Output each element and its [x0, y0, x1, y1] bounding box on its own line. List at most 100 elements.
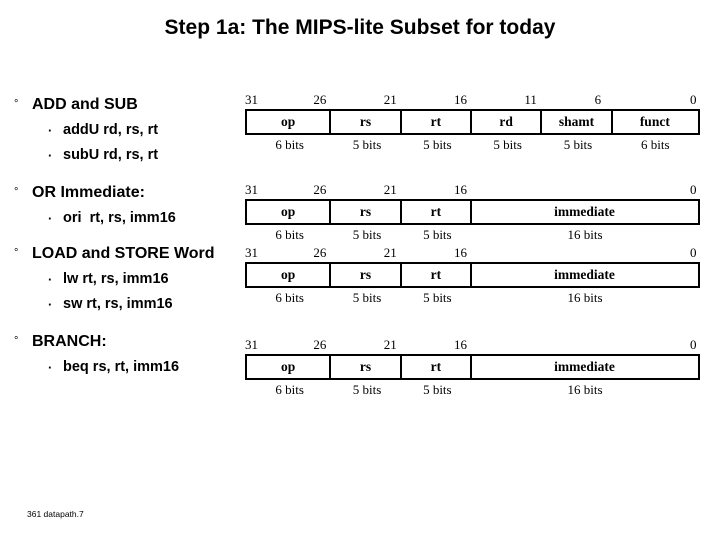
- instruction-field-cell: op: [247, 264, 332, 286]
- bit-number-label: 31: [245, 337, 258, 352]
- instruction-field-label: op: [281, 204, 296, 219]
- field-width-label: 16 bits: [567, 227, 603, 242]
- bit-number-label: 16: [454, 92, 467, 107]
- bit-number-label: 0: [690, 245, 697, 260]
- instruction-field-label: rs: [359, 204, 372, 219]
- bullet-group: ° BRANCH: · beq rs, rt, imm16: [10, 329, 248, 380]
- bullet-sub-item-label: sw rt, rs, imm16: [63, 296, 173, 312]
- instruction-field-cell: funct: [613, 111, 697, 133]
- instruction-field-cell: rt: [402, 264, 472, 286]
- bullet-sub-item-label: addU rd, rs, rt: [63, 122, 159, 138]
- bullet-heading: ° LOAD and STORE Word: [10, 241, 248, 267]
- bit-number-label: 6: [594, 92, 602, 107]
- bit-number-label: 26: [313, 92, 327, 107]
- bullet-circle-icon: °: [14, 335, 19, 347]
- bullet-dot-icon: ·: [48, 148, 53, 163]
- bit-number-label: 26: [313, 245, 327, 260]
- instruction-field-label: rs: [359, 114, 372, 129]
- bullet-heading-label: OR Immediate:: [32, 184, 145, 201]
- instruction-format-r-type: 31 26 21 16 11 6 0 op rs rt rd shamt funct 6 bits 5 bi…: [245, 92, 700, 153]
- field-width-label: 5 bits: [423, 382, 452, 397]
- field-width-row: 6 bits 5 bits 5 bits 5 bits 5 bits 6 bits: [245, 135, 700, 153]
- bit-number-label: 21: [383, 337, 397, 352]
- instruction-field-row: op rs rt rd shamt funct: [245, 109, 700, 135]
- bullet-group: ° OR Immediate: · ori rt, rs, imm16: [10, 180, 248, 231]
- bullet-sub-item: · lw rt, rs, imm16: [10, 267, 248, 292]
- bullet-circle-icon: °: [14, 247, 19, 259]
- instruction-field-cell: shamt: [542, 111, 613, 133]
- instruction-field-cell: op: [247, 356, 332, 378]
- bit-number-row: 31 26 21 16 0: [245, 245, 700, 262]
- bullet-group-spacer: [10, 317, 248, 329]
- field-width-label: 6 bits: [275, 137, 304, 152]
- bit-number-label: 16: [454, 337, 467, 352]
- bullet-circle-icon: °: [14, 186, 19, 198]
- bullet-sub-item-label: beq rs, rt, imm16: [63, 359, 180, 375]
- instruction-field-label: op: [281, 267, 296, 282]
- instruction-field-cell: rs: [331, 111, 402, 133]
- instruction-field-label: shamt: [558, 114, 595, 129]
- field-width-label: 6 bits: [641, 137, 670, 152]
- field-width-label: 16 bits: [567, 382, 603, 397]
- bit-number-label: 16: [454, 245, 467, 260]
- field-width-label: 5 bits: [423, 227, 452, 242]
- slide-canvas: Step 1a: The MIPS-lite Subset for today …: [0, 0, 720, 540]
- instruction-field-row: op rs rt immediate: [245, 354, 700, 380]
- bit-number-label: 0: [690, 182, 697, 197]
- instruction-field-label: rt: [430, 359, 442, 374]
- bit-number-label: 31: [245, 92, 258, 107]
- page-title: Step 1a: The MIPS-lite Subset for today: [164, 16, 556, 39]
- field-width-label: 5 bits: [563, 137, 593, 152]
- instruction-field-label: rt: [430, 114, 442, 129]
- bullet-sub-item-label: ori rt, rs, imm16: [63, 210, 176, 226]
- bullet-circle-icon: °: [14, 98, 19, 110]
- instruction-field-label: immediate: [554, 204, 615, 219]
- instruction-format-i-type-ori: 31 26 21 16 0 op rs rt immediate 6 bits 5 bits 5 bi…: [245, 182, 700, 243]
- instruction-format-i-type-branch: 31 26 21 16 0 op rs rt immediate 6 bits 5 bits 5 bi…: [245, 337, 700, 398]
- field-width-label: 5 bits: [423, 290, 452, 305]
- bullet-sub-item: · beq rs, rt, imm16: [10, 355, 248, 380]
- instruction-field-label: rt: [430, 204, 442, 219]
- instruction-field-label: rs: [359, 359, 372, 374]
- instruction-field-label: op: [281, 114, 296, 129]
- bullet-sub-item-label: lw rt, rs, imm16: [63, 271, 169, 287]
- field-width-label: 6 bits: [275, 290, 304, 305]
- bullet-group: ° ADD and SUB · addU rd, rs, rt · subU rd, rs…: [10, 92, 248, 168]
- instruction-field-cell: immediate: [472, 201, 697, 223]
- field-width-label: 5 bits: [352, 227, 382, 242]
- bit-number-label: 26: [313, 182, 327, 197]
- bullet-group-spacer: [10, 168, 248, 180]
- bullet-group-spacer: [10, 231, 248, 241]
- instruction-field-cell: rt: [402, 201, 472, 223]
- bullet-sub-item: · subU rd, rs, rt: [10, 143, 248, 168]
- bullet-group: ° LOAD and STORE Word · lw rt, rs, imm16 · sw…: [10, 241, 248, 317]
- bit-number-label: 21: [383, 92, 397, 107]
- instruction-field-label: immediate: [554, 359, 615, 374]
- bullet-dot-icon: ·: [48, 272, 53, 287]
- bit-number-label: 16: [454, 182, 467, 197]
- bullet-sub-item-label: subU rd, rs, rt: [63, 147, 159, 163]
- field-width-row: 6 bits 5 bits 5 bits 16 bits: [245, 288, 700, 306]
- instruction-field-label: rt: [430, 267, 442, 282]
- instruction-field-cell: rs: [331, 264, 402, 286]
- instruction-field-label: rd: [499, 114, 513, 129]
- bit-number-row: 31 26 21 16 0: [245, 337, 700, 354]
- field-width-label: 5 bits: [352, 382, 382, 397]
- instruction-field-cell: rd: [472, 111, 543, 133]
- bit-number-label: 21: [383, 182, 397, 197]
- bullet-heading-label: LOAD and STORE Word: [32, 245, 215, 262]
- field-width-label: 5 bits: [493, 137, 522, 152]
- field-width-label: 6 bits: [275, 227, 304, 242]
- bullet-sub-item: · addU rd, rs, rt: [10, 118, 248, 143]
- field-width-label: 16 bits: [567, 290, 603, 305]
- instruction-field-cell: rs: [331, 201, 402, 223]
- instruction-field-cell: immediate: [472, 264, 697, 286]
- instruction-bullet-list: ° ADD and SUB · addU rd, rs, rt · subU rd, rs…: [10, 92, 248, 380]
- bit-number-label: 21: [383, 245, 397, 260]
- bullet-dot-icon: ·: [48, 211, 53, 226]
- bit-number-row: 31 26 21 16 11 6 0: [245, 92, 700, 109]
- bit-number-row: 31 26 21 16 0: [245, 182, 700, 199]
- instruction-format-i-type-loadstore: 31 26 21 16 0 op rs rt immediate 6 bits 5 bits 5 bi…: [245, 245, 700, 306]
- field-width-row: 6 bits 5 bits 5 bits 16 bits: [245, 380, 700, 398]
- field-width-label: 5 bits: [423, 137, 452, 152]
